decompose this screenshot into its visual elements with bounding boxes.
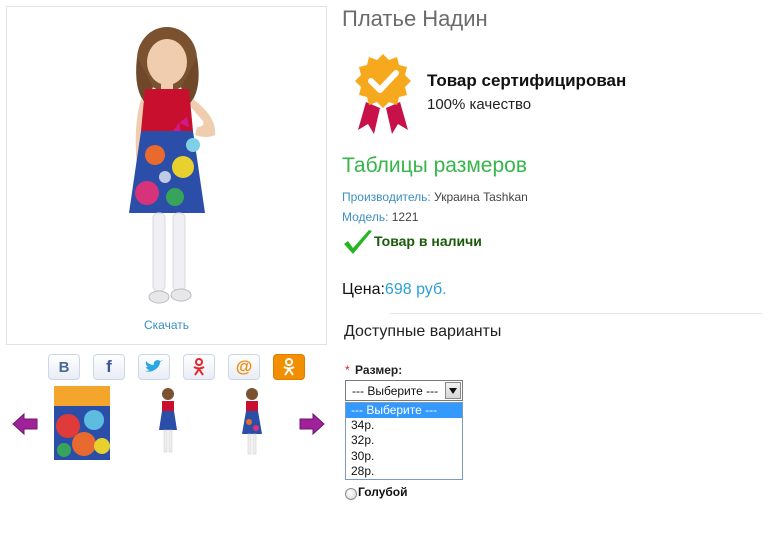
size-label: * Размер: xyxy=(345,363,402,377)
odnoklassniki-icon[interactable] xyxy=(183,354,215,380)
mailru-at: @ xyxy=(235,357,253,376)
ok-person-red-icon xyxy=(193,358,205,376)
vk-icon[interactable]: В xyxy=(48,354,80,380)
certified-subtitle: 100% качество xyxy=(427,96,532,113)
thumbnail-girl-1[interactable] xyxy=(148,386,204,460)
prev-arrow-icon[interactable] xyxy=(12,413,38,435)
dropdown-arrow-icon[interactable] xyxy=(445,382,461,399)
thumbnail-dress-closeup[interactable] xyxy=(54,386,110,460)
vk-letter: В xyxy=(58,358,70,376)
size-option[interactable]: 34р. xyxy=(346,418,462,433)
thumbnail-image xyxy=(242,388,262,455)
color-option-row: Голубой xyxy=(345,484,408,500)
color-radio-button[interactable] xyxy=(345,488,357,500)
facebook-letter: f xyxy=(106,357,112,376)
mailru-icon[interactable]: @ xyxy=(228,354,260,380)
thumbnail-girl-2[interactable] xyxy=(232,386,288,460)
product-title: Платье Надин xyxy=(342,6,488,31)
certified-badge-icon xyxy=(355,54,411,134)
size-select-value: --- Выберите --- xyxy=(352,384,439,398)
color-option-label: Голубой xyxy=(358,485,408,499)
certified-title: Товар сертифицирован xyxy=(427,71,627,90)
in-stock-check-icon xyxy=(344,230,372,254)
manufacturer-label: Производитель: xyxy=(342,190,431,204)
variants-title: Доступные варианты xyxy=(344,323,502,340)
price-row: Цена:698 руб. xyxy=(342,281,447,299)
model-label: Модель: xyxy=(342,210,389,224)
ok-icon[interactable] xyxy=(273,354,305,380)
twitter-bird-icon xyxy=(145,360,163,372)
size-dropdown-list: --- Выберите --- 34р. 32р. 30р. 28р. xyxy=(345,402,463,480)
model-value: 1221 xyxy=(391,210,419,224)
size-option[interactable]: 28р. xyxy=(346,464,462,479)
manufacturer-row: Производитель: Украина Tashkan xyxy=(342,190,528,204)
girl-in-dress-image xyxy=(129,27,216,304)
main-product-image[interactable]: Скачать xyxy=(6,6,327,345)
manufacturer-value[interactable]: Украина Tashkan xyxy=(434,190,528,204)
size-table-link[interactable]: Таблицы размеров xyxy=(342,154,527,178)
download-link[interactable]: Скачать xyxy=(7,318,326,332)
required-mark: * xyxy=(345,363,350,377)
facebook-icon[interactable]: f xyxy=(93,354,125,380)
price-label: Цена: xyxy=(342,281,385,298)
size-option[interactable]: --- Выберите --- xyxy=(346,403,462,419)
thumbnail-image xyxy=(54,386,110,460)
thumbnail-image xyxy=(159,388,177,453)
size-label-text: Размер: xyxy=(355,363,403,377)
model-row: Модель: 1221 xyxy=(342,210,418,224)
size-select[interactable]: --- Выберите --- xyxy=(345,380,463,401)
ok-person-icon xyxy=(283,358,295,376)
stock-status: Товар в наличи xyxy=(374,233,482,249)
size-option[interactable]: 32р. xyxy=(346,433,462,448)
twitter-icon[interactable] xyxy=(138,354,170,380)
size-option[interactable]: 30р. xyxy=(346,449,462,464)
next-arrow-icon[interactable] xyxy=(299,413,325,435)
divider xyxy=(390,313,762,314)
price-value: 698 руб. xyxy=(384,281,447,298)
